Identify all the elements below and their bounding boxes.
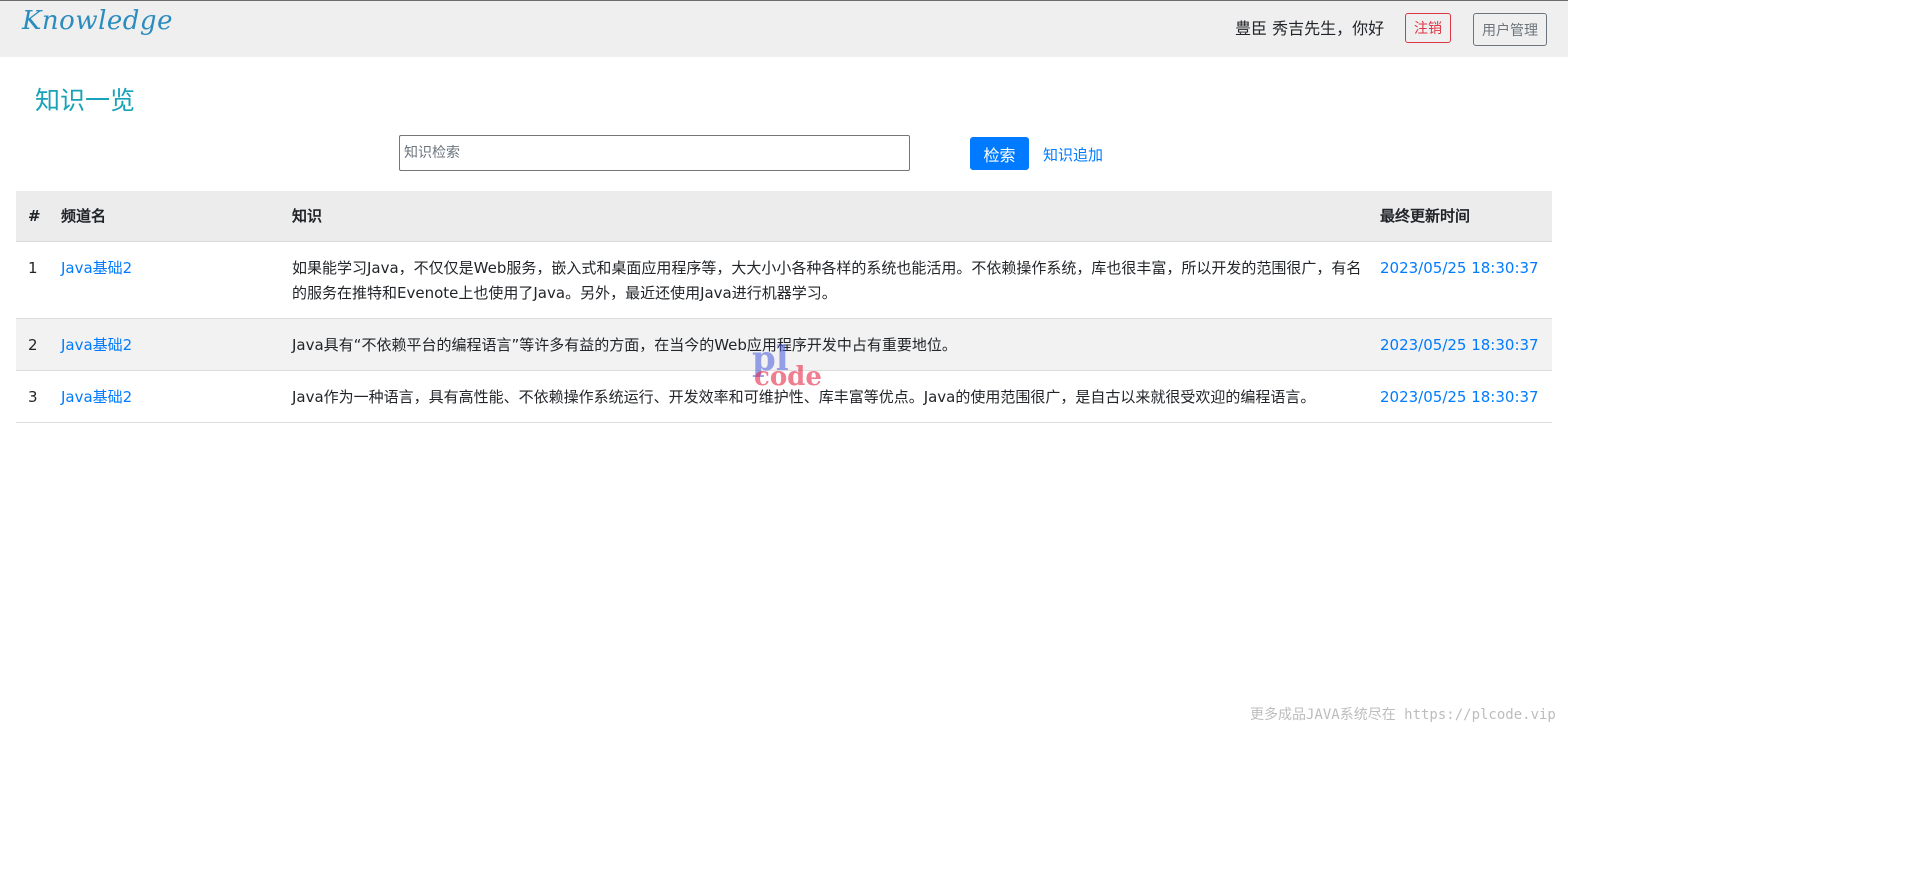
knowledge-search-input[interactable] [399, 135, 910, 171]
channel-link[interactable]: Java基础2 [61, 370, 292, 423]
updated-time-link[interactable]: 2023/05/25 18:30:37 [1380, 370, 1552, 423]
top-navbar: Knowledge 豊臣 秀吉先生，你好 注销 用户管理 [0, 0, 1568, 57]
user-management-button[interactable]: 用户管理 [1473, 13, 1547, 46]
add-knowledge-link[interactable]: 知识追加 [1043, 144, 1103, 165]
table-row: 2 Java基础2 Java具有“不依赖平台的编程语言”等许多有益的方面，在当今… [16, 318, 1552, 371]
table-row: 3 Java基础2 Java作为一种语言，具有高性能、不依赖操作系统运行、开发效… [16, 370, 1552, 423]
channel-name[interactable]: Java基础2 [61, 336, 132, 354]
app-logo[interactable]: Knowledge [22, 6, 173, 36]
column-header-knowledge: 知识 [292, 191, 1380, 242]
page-title: 知识一览 [35, 86, 136, 115]
channel-link[interactable]: Java基础2 [61, 318, 292, 371]
row-number: 3 [16, 370, 61, 423]
knowledge-text: 如果能学习Java，不仅仅是Web服务，嵌入式和桌面应用程序等，大大小小各种各样… [292, 241, 1380, 319]
updated-time[interactable]: 2023/05/25 18:30:37 [1380, 388, 1539, 406]
updated-time[interactable]: 2023/05/25 18:30:37 [1380, 336, 1539, 354]
table-row: 1 Java基础2 如果能学习Java，不仅仅是Web服务，嵌入式和桌面应用程序… [16, 241, 1552, 319]
logout-button[interactable]: 注销 [1405, 13, 1451, 43]
knowledge-text: Java作为一种语言，具有高性能、不依赖操作系统运行、开发效率和可维护性、库丰富… [292, 370, 1380, 423]
updated-time-link[interactable]: 2023/05/25 18:30:37 [1380, 318, 1552, 371]
knowledge-table: # 频道名 知识 最终更新时间 1 Java基础2 如果能学习Java，不仅仅是… [16, 191, 1552, 423]
column-header-updated: 最终更新时间 [1380, 191, 1552, 242]
column-header-channel: 频道名 [61, 191, 292, 242]
table-header-row: # 频道名 知识 最终更新时间 [16, 191, 1552, 242]
channel-name[interactable]: Java基础2 [61, 259, 132, 277]
footer-watermark-note: 更多成品JAVA系统尽在 https://plcode.vip [1250, 707, 1556, 723]
row-number: 2 [16, 318, 61, 371]
knowledge-text: Java具有“不依赖平台的编程语言”等许多有益的方面，在当今的Web应用程序开发… [292, 318, 1380, 371]
row-number: 1 [16, 241, 61, 319]
channel-link[interactable]: Java基础2 [61, 241, 292, 319]
updated-time-link[interactable]: 2023/05/25 18:30:37 [1380, 241, 1552, 319]
user-greeting: 豊臣 秀吉先生，你好 [1235, 19, 1385, 38]
channel-name[interactable]: Java基础2 [61, 388, 132, 406]
column-header-number: # [16, 191, 61, 242]
search-button[interactable]: 检索 [970, 137, 1029, 170]
updated-time[interactable]: 2023/05/25 18:30:37 [1380, 259, 1539, 277]
